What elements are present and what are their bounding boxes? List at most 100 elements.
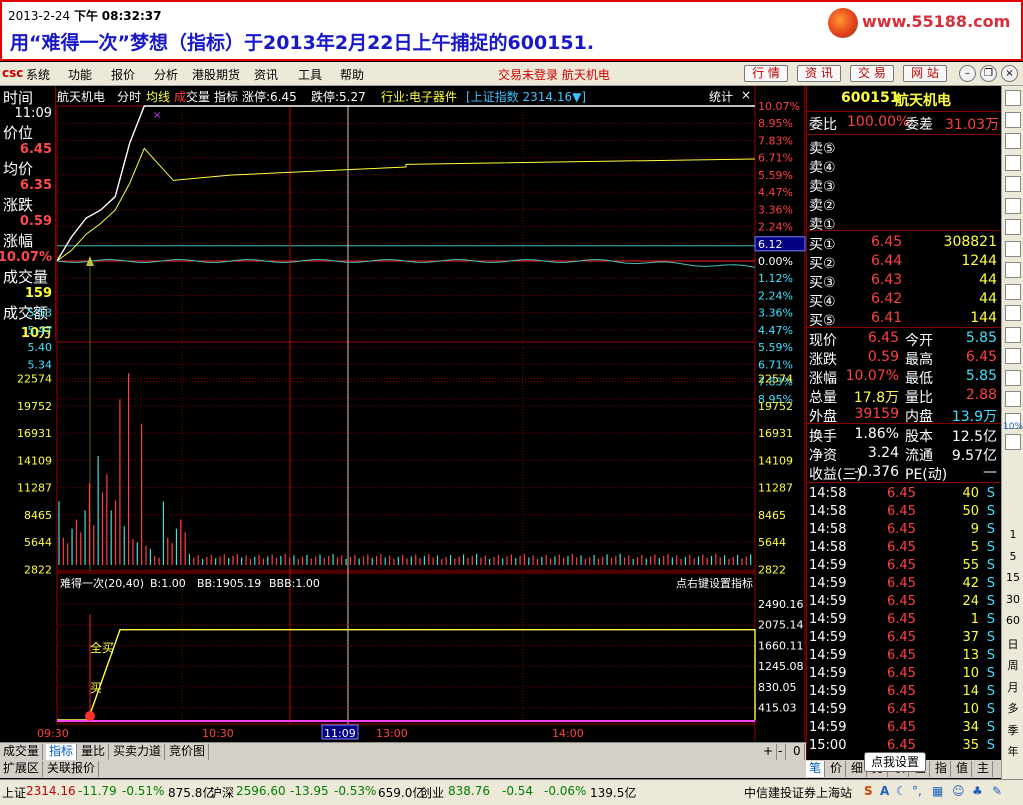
quote-button[interactable]: 行 情 (744, 65, 788, 82)
settings-tooltip[interactable]: 点我设置 (864, 752, 926, 772)
tool-icon[interactable] (1005, 133, 1021, 149)
tool-icon[interactable] (1005, 434, 1021, 450)
tool-icon[interactable] (1005, 283, 1021, 300)
tick-side: S (986, 486, 995, 501)
shirt-icon[interactable]: ♣ (972, 784, 983, 798)
period-10[interactable]: 年 (1002, 743, 1023, 759)
right-tab-1[interactable]: 价 (827, 761, 847, 777)
punct-icon[interactable]: °, (912, 784, 922, 798)
menu-tools[interactable]: 工具 (298, 66, 322, 83)
price-pct-label-down: 5.59% (758, 341, 793, 354)
period-0[interactable]: 1 (1002, 528, 1023, 541)
period-1[interactable]: 5 (1002, 550, 1023, 563)
tick-time: 14:59 (809, 576, 847, 591)
input-mode-icon[interactable]: A (880, 784, 889, 798)
period-4[interactable]: 60 (1002, 614, 1023, 627)
stock-code: 600151 (841, 90, 900, 106)
tab-related-quote[interactable]: 关联报价 (44, 761, 100, 777)
tool-icon[interactable] (1005, 391, 1021, 407)
tick-price: 6.45 (887, 738, 916, 753)
price-pct-label-down: 4.47% (758, 324, 793, 337)
news-button[interactable]: 资 讯 (797, 65, 841, 82)
tool-icon[interactable] (1005, 111, 1021, 128)
tick-side: S (986, 720, 995, 735)
bid-volume: 44 (979, 291, 997, 307)
user-icon[interactable]: ☺ (952, 784, 965, 798)
tool-icon[interactable] (1005, 176, 1021, 192)
close-icon[interactable]: × (1001, 65, 1018, 82)
tool-icon[interactable] (1005, 154, 1021, 171)
period-9[interactable]: 季 (1002, 722, 1023, 738)
stat2-row: 收益(三) -0.376 PE(动) — (807, 464, 1001, 483)
tool-icon[interactable] (1005, 197, 1021, 214)
cy-amount: 139.5亿 (590, 786, 637, 800)
ask-row: 卖② (807, 195, 1001, 214)
menu-news[interactable]: 资讯 (254, 66, 278, 83)
banner-title: 用“难得一次”梦想（指标）于2013年2月22日上午捕捉的600151. (10, 32, 595, 54)
moon-icon[interactable]: ☾ (896, 784, 907, 798)
menu-help[interactable]: 帮助 (340, 66, 364, 83)
website-button[interactable]: 网 站 (903, 65, 947, 82)
volume-label-right: 22574 (758, 373, 793, 386)
wei-cha-label: 委差 (905, 117, 933, 133)
right-tab-7[interactable]: 值 (953, 761, 973, 777)
bid-row: 买① 6.45 308821 (807, 234, 1001, 253)
tool-icon[interactable] (1005, 262, 1021, 278)
pct-badge[interactable]: 10% (1002, 422, 1023, 432)
bid-row: 买④ 6.42 44 (807, 291, 1001, 310)
stat-value-1: 10.07% (845, 368, 899, 384)
reset-button[interactable]: 0 (790, 744, 805, 760)
keyboard-icon[interactable]: ▦ (932, 784, 943, 798)
stat2-value-1: 1.86% (854, 426, 899, 442)
volume-label-right: 14109 (758, 454, 793, 467)
tick-volume: 24 (962, 594, 979, 609)
bid-row: 买② 6.44 1244 (807, 253, 1001, 272)
trade-button[interactable]: 交 易 (850, 65, 894, 82)
period-7[interactable]: 月 (1002, 679, 1023, 695)
period-5[interactable]: 日 (1002, 636, 1023, 652)
tool-icon[interactable] (1005, 369, 1021, 386)
price-label-left: 5.47 (28, 324, 53, 337)
volume-label-left: 11287 (17, 482, 52, 495)
right-tab-8[interactable]: 主 (974, 761, 994, 777)
tool-icon[interactable] (1005, 240, 1021, 257)
tick-time: 14:58 (809, 504, 847, 519)
stat-value-1: 17.8万 (853, 390, 899, 406)
right-tab-6[interactable]: 指 (932, 761, 952, 777)
menu-quote[interactable]: 报价 (111, 66, 135, 83)
tab-buy-sell-power[interactable]: 买卖力道 (110, 744, 166, 760)
stat2-value-2: — (983, 464, 997, 480)
tool-icon[interactable] (1005, 219, 1021, 235)
chart-marks: × 全买买 (56, 105, 756, 722)
intraday-chart[interactable]: × 全买买 10.07% 8.95% 7.83% 6.71% 5.59% 4.47% 3.36… (0, 86, 806, 742)
menu-system[interactable]: 系统 (26, 66, 50, 83)
period-6[interactable]: 周 (1002, 657, 1023, 673)
restore-icon[interactable]: ❐ (980, 65, 997, 82)
tool-icon[interactable] (1005, 348, 1021, 364)
tick-row: 14:59 6.45 37 S (807, 630, 1001, 649)
wrench-icon[interactable]: ✎ (992, 784, 1002, 798)
sz-amount: 659.0亿 (378, 786, 425, 800)
tab-indicator[interactable]: 指标 (46, 744, 78, 760)
minimize-icon[interactable]: – (959, 65, 976, 82)
period-2[interactable]: 15 (1002, 571, 1023, 584)
right-tab-0[interactable]: 笔 (806, 761, 826, 777)
menu-function[interactable]: 功能 (68, 66, 92, 83)
input-method-icon[interactable]: S (864, 784, 873, 798)
tool-icon[interactable] (1005, 305, 1021, 321)
tool-icon[interactable] (1005, 90, 1021, 106)
tool-icon[interactable] (1005, 326, 1021, 343)
indicator-title: 难得一次(20,40) (60, 576, 144, 590)
period-3[interactable]: 30 (1002, 593, 1023, 606)
period-8[interactable]: 多 (1002, 700, 1023, 716)
tab-volume[interactable]: 成交量 (0, 744, 44, 760)
tab-volume-ratio[interactable]: 量比 (78, 744, 110, 760)
zoom-out-button[interactable]: - (775, 744, 787, 760)
tab-extension[interactable]: 扩展区 (0, 761, 44, 777)
menu-analysis[interactable]: 分析 (154, 66, 178, 83)
stat-row: 总量 17.8万 量比 2.88 (807, 387, 1001, 406)
tick-price: 6.45 (887, 720, 916, 735)
tick-time: 14:59 (809, 648, 847, 663)
tab-auction[interactable]: 竞价图 (166, 744, 210, 760)
menu-hk-futures[interactable]: 港股期货 (192, 66, 240, 83)
